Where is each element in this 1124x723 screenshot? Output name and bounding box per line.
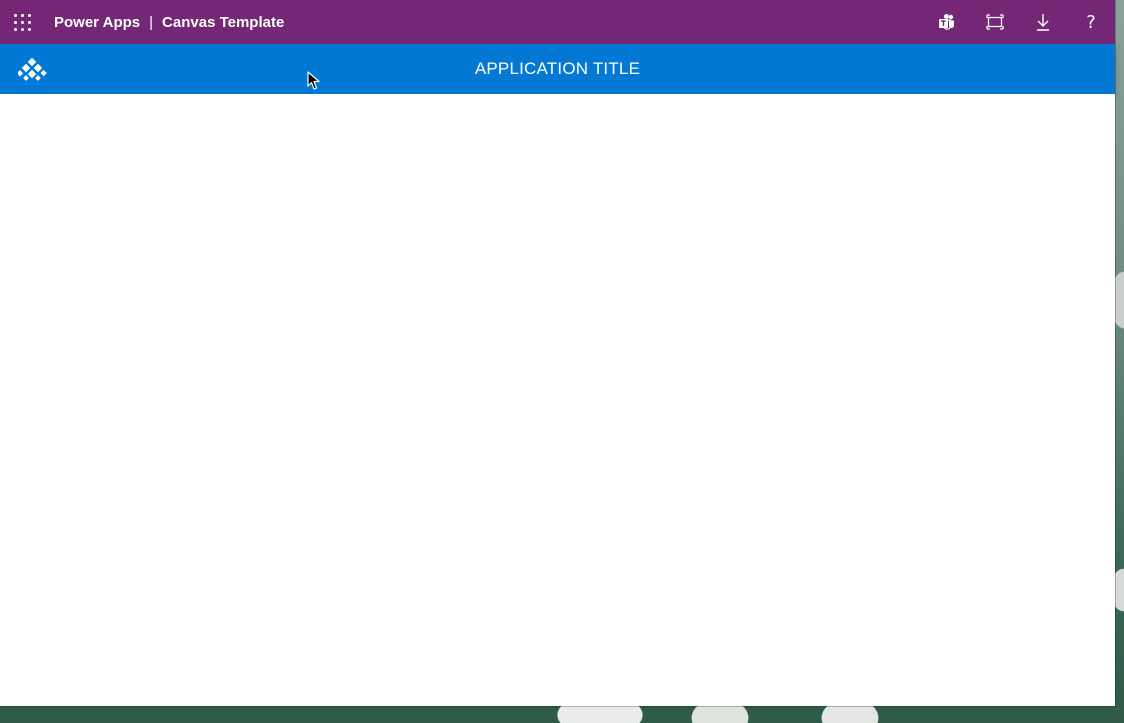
download-button[interactable]: [1019, 0, 1067, 44]
help-icon: ?: [1086, 11, 1096, 33]
app-launcher-button[interactable]: [0, 0, 44, 44]
header-brand: Power Apps | Canvas Template: [54, 14, 284, 31]
teams-button[interactable]: [923, 0, 971, 44]
brand-separator: |: [149, 13, 154, 31]
teams-icon: [939, 14, 954, 30]
canvas-body: [0, 94, 1115, 706]
header-actions: ?: [923, 0, 1115, 44]
download-icon: [1037, 14, 1049, 31]
product-name[interactable]: Power Apps: [54, 14, 140, 31]
application-header: APPLICATION TITLE: [0, 44, 1115, 94]
fit-to-window-button[interactable]: [971, 0, 1019, 44]
app-window: Power Apps | Canvas Template ? APPLICATI…: [0, 0, 1115, 706]
diamond-pattern-logo-icon[interactable]: [18, 58, 48, 82]
fit-to-window-icon: [986, 14, 1004, 30]
power-apps-header: Power Apps | Canvas Template ?: [0, 0, 1115, 44]
application-title: APPLICATION TITLE: [474, 59, 641, 78]
waffle-icon: [13, 13, 31, 31]
help-button[interactable]: ?: [1067, 0, 1115, 44]
app-name: Canvas Template: [162, 13, 285, 31]
